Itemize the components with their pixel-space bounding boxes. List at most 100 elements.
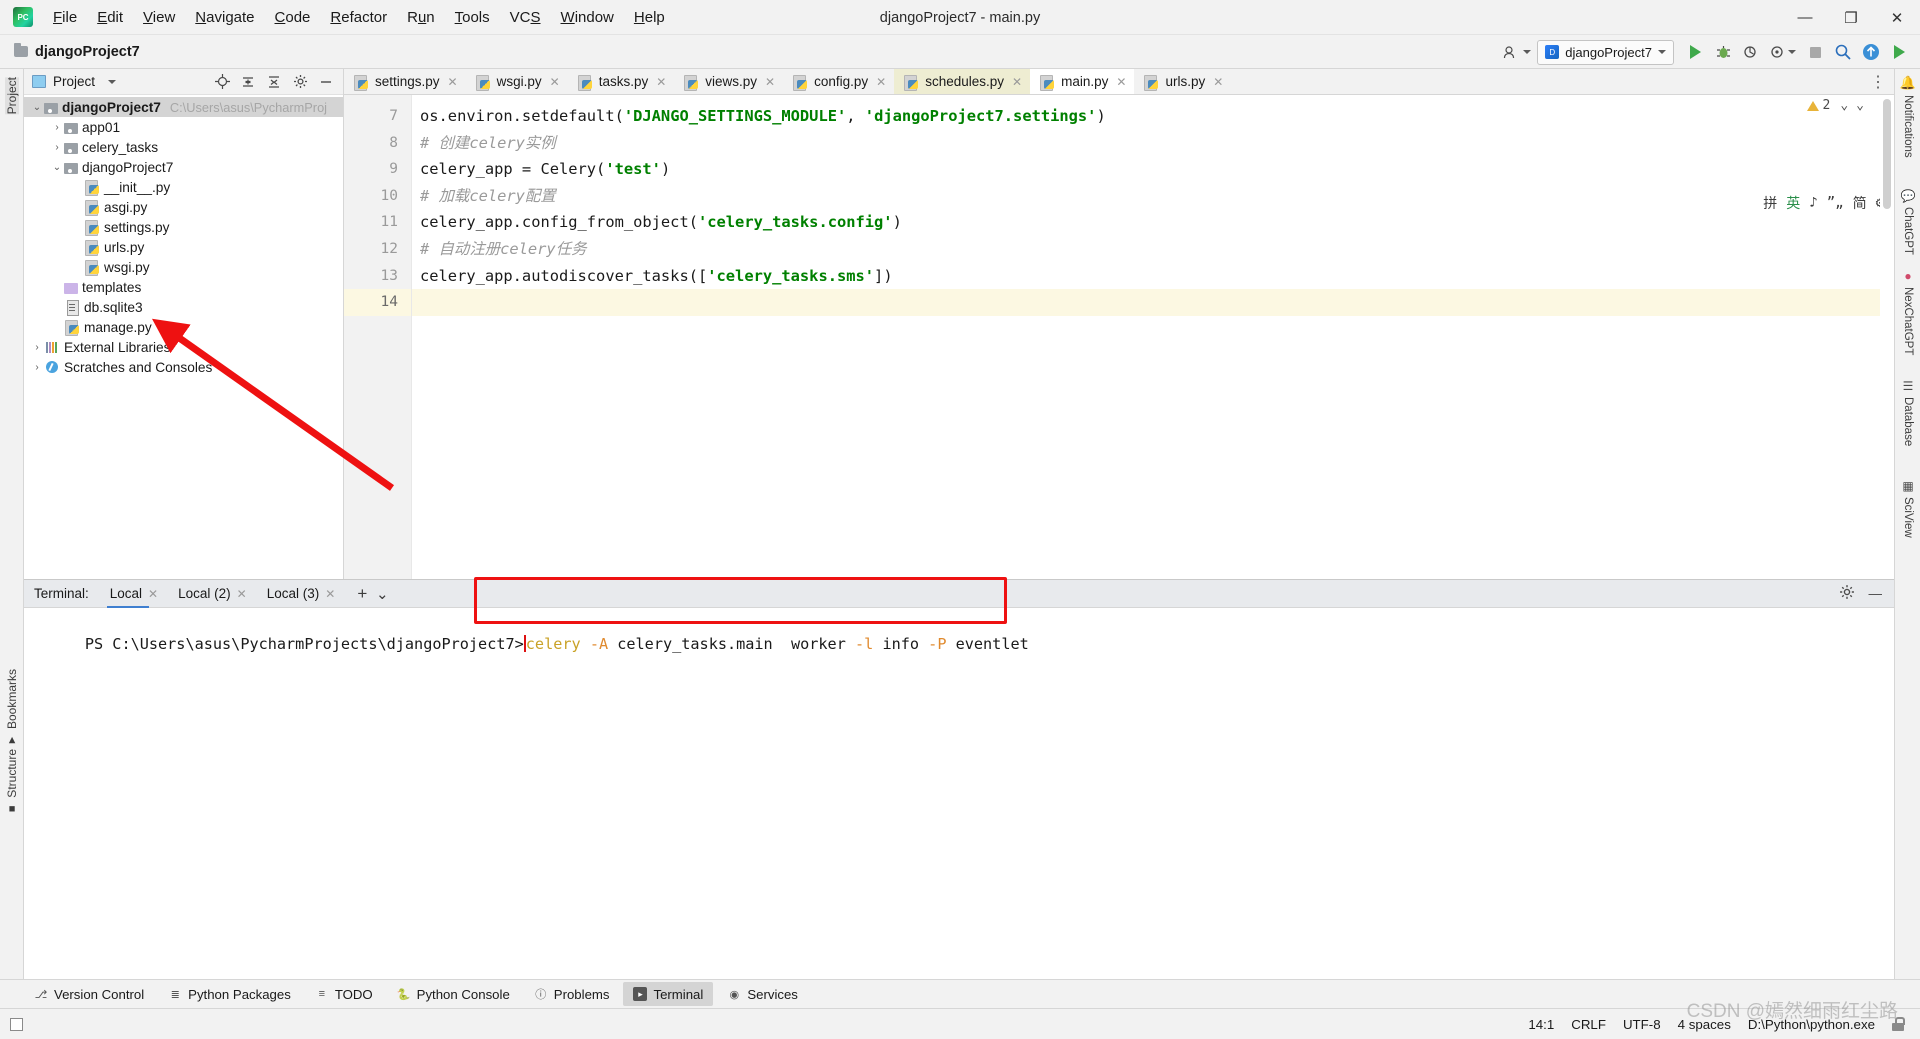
terminal-tab-close-icon[interactable]: ✕ bbox=[237, 587, 247, 601]
code-line[interactable]: celery_app = Celery('test') bbox=[412, 156, 1894, 183]
code-line[interactable]: celery_app.autodiscover_tasks(['celery_t… bbox=[412, 263, 1894, 290]
strip-database-button[interactable]: ☰ Database bbox=[1895, 379, 1920, 446]
collapse-all-icon[interactable] bbox=[240, 74, 256, 90]
tree-row[interactable]: asgi.py bbox=[24, 197, 343, 217]
bottom-tab-terminal[interactable]: ▸Terminal bbox=[623, 982, 713, 1006]
menu-edit[interactable]: Edit bbox=[87, 5, 133, 30]
tree-row[interactable]: ›External Libraries bbox=[24, 337, 343, 357]
user-settings-icon[interactable] bbox=[1499, 39, 1535, 65]
project-view-dropdown-icon[interactable] bbox=[108, 80, 116, 84]
editor-tab-close-icon[interactable]: ✕ bbox=[765, 75, 775, 89]
stop-button[interactable] bbox=[1802, 39, 1828, 65]
editor-tab-close-icon[interactable]: ✕ bbox=[1213, 75, 1223, 89]
maximize-button[interactable]: ❐ bbox=[1828, 0, 1874, 35]
inspection-chevron2-icon[interactable]: ⌄ bbox=[1856, 98, 1864, 113]
settings-icon[interactable] bbox=[292, 74, 308, 90]
editor-tab[interactable]: settings.py✕ bbox=[344, 69, 466, 94]
lock-icon[interactable] bbox=[1892, 1017, 1904, 1031]
strip-chatgpt-button[interactable]: 💬 ChatGPT bbox=[1895, 189, 1920, 255]
terminal-tabs[interactable]: Local✕Local (2)✕Local (3)✕ bbox=[101, 583, 345, 604]
bottom-tab-python-console[interactable]: 🐍Python Console bbox=[387, 982, 520, 1006]
editor-tab[interactable]: main.py✕ bbox=[1030, 69, 1134, 94]
tree-row[interactable]: db.sqlite3 bbox=[24, 297, 343, 317]
ime-music-icon[interactable]: ♪ bbox=[1809, 195, 1817, 211]
line-separator[interactable]: CRLF bbox=[1571, 1017, 1606, 1032]
locate-icon[interactable] bbox=[214, 74, 230, 90]
strip-project-button[interactable]: Project bbox=[5, 77, 19, 114]
tree-row[interactable]: urls.py bbox=[24, 237, 343, 257]
editor-code[interactable]: 2 ⌄ ⌄ 拼 英 ♪ ”„ 简 ⚙ os.environ.setdefault… bbox=[412, 95, 1894, 579]
editor-tab[interactable]: tasks.py✕ bbox=[568, 69, 675, 94]
tree-row[interactable]: ›Scratches and Consoles bbox=[24, 357, 343, 377]
editor-tab-close-icon[interactable]: ✕ bbox=[656, 75, 666, 89]
code-line[interactable]: os.environ.setdefault('DJANGO_SETTINGS_M… bbox=[412, 103, 1894, 130]
editor-tabs-overflow[interactable]: ⋮ bbox=[1870, 69, 1894, 94]
search-everywhere-button[interactable] bbox=[1830, 39, 1856, 65]
bottom-tab-problems[interactable]: ⓘProblems bbox=[524, 982, 620, 1006]
menu-navigate[interactable]: Navigate bbox=[185, 5, 264, 30]
editor-tab-close-icon[interactable]: ✕ bbox=[550, 75, 560, 89]
close-button[interactable]: ✕ bbox=[1874, 0, 1920, 35]
menu-help[interactable]: Help bbox=[624, 5, 675, 30]
project-tree[interactable]: ⌄djangoProject7C:\Users\asus\PycharmProj… bbox=[24, 95, 343, 377]
indent-setting[interactable]: 4 spaces bbox=[1678, 1017, 1731, 1032]
menu-tools[interactable]: Tools bbox=[445, 5, 500, 30]
tree-row[interactable]: ⌄djangoProject7 bbox=[24, 157, 343, 177]
tree-row[interactable]: ›celery_tasks bbox=[24, 137, 343, 157]
code-line[interactable]: # 自动注册celery任务 bbox=[412, 236, 1894, 263]
profile-button[interactable] bbox=[1766, 39, 1800, 65]
status-layout-icon[interactable] bbox=[10, 1018, 23, 1031]
bottom-tab-services[interactable]: ◉Services bbox=[717, 982, 808, 1006]
menu-file[interactable]: File bbox=[43, 5, 87, 30]
menu-vcs[interactable]: VCS bbox=[500, 5, 551, 30]
terminal-tab[interactable]: Local (3)✕ bbox=[258, 583, 345, 604]
code-line[interactable]: # 加载celery配置 bbox=[412, 183, 1894, 210]
editor-tab-close-icon[interactable]: ✕ bbox=[1012, 75, 1022, 89]
minimize-button[interactable]: — bbox=[1782, 0, 1828, 35]
ime-simplified-icon[interactable]: 简 bbox=[1853, 193, 1867, 213]
tree-expand-arrow-icon[interactable]: ⌄ bbox=[30, 102, 44, 113]
menu-code[interactable]: Code bbox=[265, 5, 321, 30]
inspection-chevron-icon[interactable]: ⌄ bbox=[1840, 98, 1848, 113]
tree-row[interactable]: settings.py bbox=[24, 217, 343, 237]
editor-tab[interactable]: urls.py✕ bbox=[1134, 69, 1231, 94]
editor-vertical-scrollbar[interactable] bbox=[1880, 95, 1894, 579]
strip-nexchatgpt-button[interactable]: ● NexChatGPT bbox=[1895, 269, 1920, 355]
code-line[interactable]: celery_app.config_from_object('celery_ta… bbox=[412, 209, 1894, 236]
terminal-output[interactable]: PS C:\Users\asus\PycharmProjects\djangoP… bbox=[24, 608, 1894, 979]
editor-tab-close-icon[interactable]: ✕ bbox=[876, 75, 886, 89]
ime-punct-icon[interactable]: ”„ bbox=[1827, 195, 1844, 211]
tree-row[interactable]: manage.py bbox=[24, 317, 343, 337]
editor-tab[interactable]: config.py✕ bbox=[783, 69, 894, 94]
scrollbar-thumb[interactable] bbox=[1883, 99, 1891, 209]
code-line[interactable]: # 创建celery实例 bbox=[412, 130, 1894, 157]
editor-tab-close-icon[interactable]: ✕ bbox=[1116, 75, 1126, 89]
terminal-minimize-icon[interactable]: — bbox=[1869, 586, 1883, 601]
tree-row[interactable]: ›app01 bbox=[24, 117, 343, 137]
menu-view[interactable]: View bbox=[133, 5, 185, 30]
strip-sciview-button[interactable]: ▦ SciView bbox=[1895, 479, 1920, 538]
editor-tab-close-icon[interactable]: ✕ bbox=[448, 75, 458, 89]
strip-structure-button[interactable]: ■ Structure bbox=[5, 749, 19, 815]
bottom-tab-version-control[interactable]: ⎇Version Control bbox=[24, 982, 154, 1006]
updates-button[interactable] bbox=[1858, 39, 1884, 65]
bottom-tab-python-packages[interactable]: ≣Python Packages bbox=[158, 982, 301, 1006]
terminal-tab[interactable]: Local✕ bbox=[101, 583, 167, 604]
menu-window[interactable]: Window bbox=[551, 5, 624, 30]
tree-expand-arrow-icon[interactable]: › bbox=[30, 342, 44, 353]
tree-expand-arrow-icon[interactable]: › bbox=[50, 142, 64, 153]
terminal-dropdown-button[interactable]: ⌄ bbox=[374, 586, 390, 602]
run-button[interactable] bbox=[1682, 39, 1708, 65]
code-line[interactable] bbox=[412, 289, 1894, 316]
file-encoding[interactable]: UTF-8 bbox=[1623, 1017, 1661, 1032]
run-all-button[interactable] bbox=[1886, 39, 1912, 65]
inspection-widget[interactable]: 2 ⌄ ⌄ bbox=[1807, 98, 1864, 113]
menu-run[interactable]: Run bbox=[397, 5, 445, 30]
menu-refactor[interactable]: Refactor bbox=[320, 5, 397, 30]
tree-row[interactable]: wsgi.py bbox=[24, 257, 343, 277]
editor-tab[interactable]: schedules.py✕ bbox=[894, 69, 1030, 94]
bottom-tool-tabs[interactable]: ⎇Version Control≣Python Packages≡TODO🐍Py… bbox=[0, 979, 1920, 1008]
terminal-tab-close-icon[interactable]: ✕ bbox=[325, 587, 335, 601]
tree-expand-arrow-icon[interactable]: › bbox=[30, 362, 44, 373]
caret-position[interactable]: 14:1 bbox=[1528, 1017, 1554, 1032]
